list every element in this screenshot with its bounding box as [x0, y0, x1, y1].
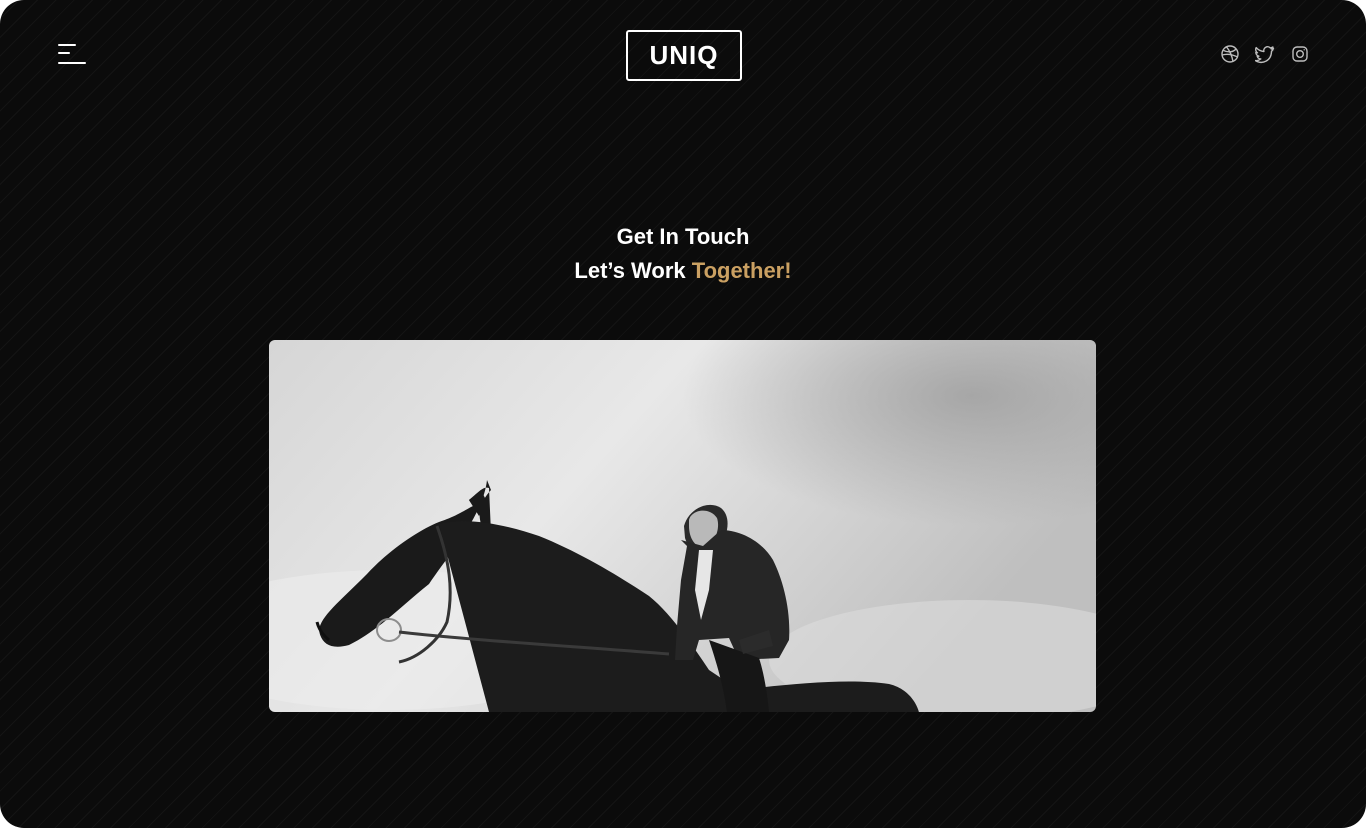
site-header: UNIQ — [0, 0, 1366, 110]
social-links — [1220, 44, 1310, 64]
dribbble-icon[interactable] — [1220, 44, 1240, 64]
contact-heading: Get In Touch Let’s Work Together! — [0, 220, 1366, 288]
title-accent: Together! — [691, 258, 792, 283]
section-title: Let’s Work Together! — [0, 254, 1366, 288]
site-logo[interactable]: UNIQ — [626, 30, 742, 81]
hero-photo — [269, 340, 1096, 712]
section-subtitle: Get In Touch — [616, 224, 750, 249]
twitter-icon[interactable] — [1255, 44, 1275, 64]
hamburger-menu-icon[interactable] — [56, 42, 88, 68]
instagram-icon[interactable] — [1290, 44, 1310, 64]
page-frame: UNIQ Get In Touch Let’s Work Together! — [0, 0, 1366, 828]
title-prefix: Let’s Work — [574, 258, 692, 283]
